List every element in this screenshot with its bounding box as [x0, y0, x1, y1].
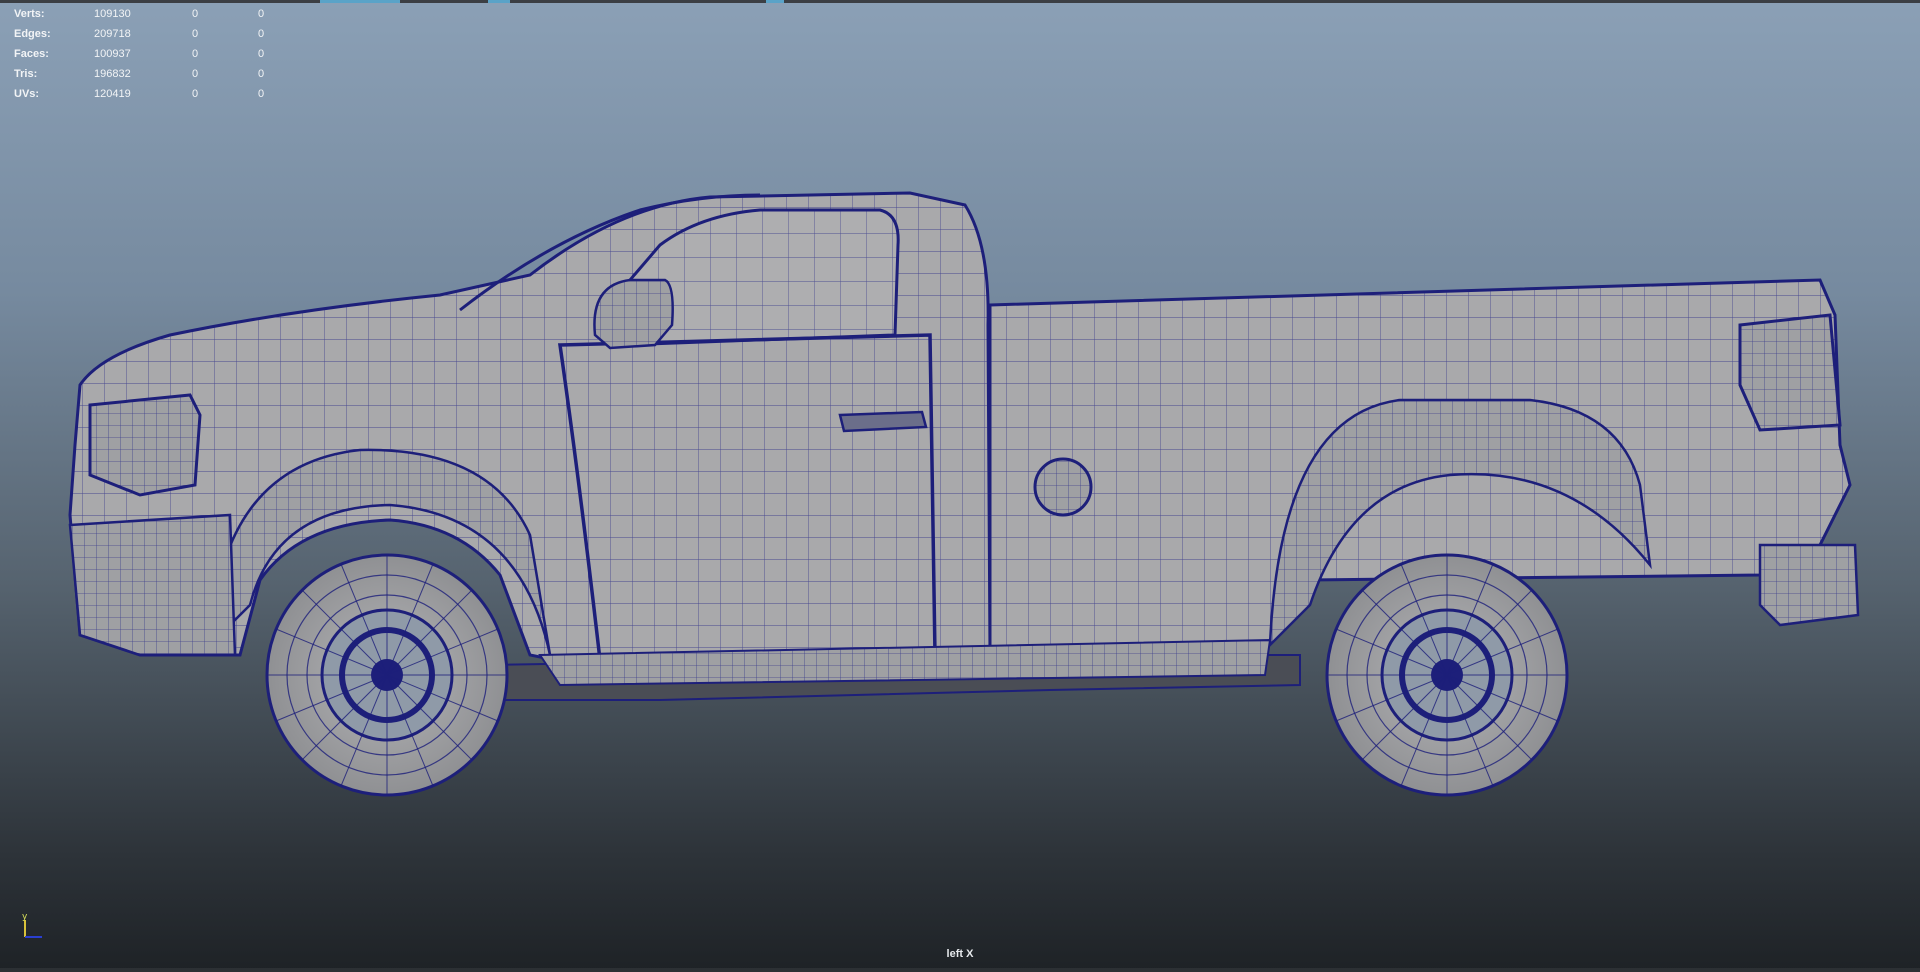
- hud-value: 0: [258, 88, 265, 100]
- hud-value: 0: [258, 48, 265, 60]
- hud-value: 196832: [94, 68, 131, 80]
- hud-row-tris: Tris: 196832 0 0: [14, 64, 314, 84]
- front-wheel: [265, 553, 509, 797]
- door-handle: [838, 410, 928, 433]
- hud-value: 0: [258, 28, 265, 40]
- hud-row-uvs: UVs: 120419 0 0: [14, 84, 314, 104]
- pickup-truck-wireframe[interactable]: [60, 185, 1880, 805]
- hud-value: 109130: [94, 8, 131, 20]
- hud-value: 0: [192, 68, 199, 80]
- viewport-bottom-border: [0, 968, 1920, 972]
- hud-value: 0: [258, 8, 265, 20]
- hud-value: 0: [192, 48, 199, 60]
- headlight: [88, 393, 202, 497]
- hud-label: Faces:: [14, 48, 49, 60]
- panel-toolbar-strip: [0, 0, 1920, 3]
- hud-row-verts: Verts: 109130 0 0: [14, 4, 314, 24]
- hud-value: 0: [192, 88, 199, 100]
- hud-row-edges: Edges: 209718 0 0: [14, 24, 314, 44]
- hud-value: 0: [192, 8, 199, 20]
- toolbar-highlight: [320, 0, 400, 3]
- taillight: [1738, 313, 1842, 432]
- axis-gizmo-icon: y: [22, 912, 42, 938]
- hud-value: 0: [258, 68, 265, 80]
- camera-label: left X: [946, 948, 974, 960]
- hud-label: Verts:: [14, 8, 45, 20]
- toolbar-highlight: [488, 0, 510, 3]
- poly-count-hud: Verts: 109130 0 0 Edges: 209718 0 0 Face…: [14, 4, 314, 104]
- hud-value: 209718: [94, 28, 131, 40]
- rear-bumper: [1758, 543, 1860, 627]
- hud-value: 100937: [94, 48, 131, 60]
- side-mirror: [593, 278, 674, 350]
- hud-value: 0: [192, 28, 199, 40]
- toolbar-highlight: [766, 0, 784, 3]
- fuel-door: [1033, 457, 1093, 517]
- front-bumper: [68, 513, 237, 657]
- rear-wheel: [1325, 553, 1569, 797]
- hud-row-faces: Faces: 100937 0 0: [14, 44, 314, 64]
- hud-value: 120419: [94, 88, 131, 100]
- viewport-panel[interactable]: Verts: 109130 0 0 Edges: 209718 0 0 Face…: [0, 0, 1920, 972]
- hud-label: Edges:: [14, 28, 51, 40]
- hud-label: UVs:: [14, 88, 40, 100]
- axis-y-label: y: [22, 912, 28, 922]
- hud-label: Tris:: [14, 68, 38, 80]
